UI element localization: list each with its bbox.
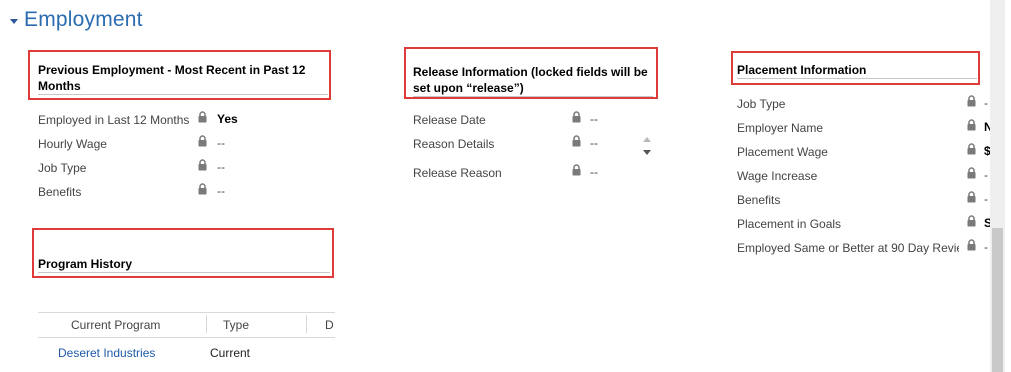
field-label-placement-job-type: Job Type <box>737 97 786 111</box>
column-separator[interactable] <box>306 315 307 333</box>
lock-icon <box>967 95 976 107</box>
release-information-divider <box>413 96 653 97</box>
program-link-deseret-industries[interactable]: Deseret Industries <box>58 346 155 360</box>
lock-icon <box>967 167 976 179</box>
grid-header-border <box>38 337 335 338</box>
column-separator[interactable] <box>206 315 207 333</box>
lock-icon <box>572 135 581 147</box>
previous-employment-title: Previous Employment - Most Recent in Pas… <box>38 62 305 94</box>
field-label-placement-wage: Placement Wage <box>737 145 828 159</box>
program-history-title: Program History <box>38 257 133 271</box>
scroll-down-arrow-icon[interactable] <box>643 150 651 155</box>
lock-icon <box>572 164 581 176</box>
lock-icon <box>967 215 976 227</box>
lock-icon <box>967 143 976 155</box>
field-label-placement-benefits: Benefits <box>737 193 781 207</box>
release-information-title-line2: set upon “release”) <box>413 81 524 95</box>
field-label-wage-increase: Wage Increase <box>737 169 818 183</box>
release-information-title: Release Information (locked fields will … <box>413 64 648 96</box>
placement-information-title: Placement Information <box>737 63 867 77</box>
field-label-employed-last-12: Employed in Last 12 Months <box>38 113 190 127</box>
scroll-up-arrow-icon[interactable] <box>643 137 651 142</box>
field-label-employer-name: Employer Name <box>737 121 824 135</box>
reason-details-scroll-arrows[interactable] <box>641 132 655 160</box>
field-value-employed-last-12[interactable]: Yes <box>217 112 238 126</box>
field-value-placement-job-type[interactable]: - <box>984 96 988 110</box>
lock-icon <box>572 111 581 123</box>
field-value-placement-benefits[interactable]: - <box>984 192 988 206</box>
field-label-hourly-wage: Hourly Wage <box>38 137 107 151</box>
field-value-benefits[interactable]: -- <box>217 184 225 198</box>
field-label-release-reason: Release Reason <box>413 166 502 180</box>
previous-employment-title-line2: Months <box>38 79 81 93</box>
field-label-employed-same-or-better: Employed Same or Better at 90 Day Revie <box>737 241 959 255</box>
field-label-placement-in-goals: Placement in Goals <box>737 217 842 231</box>
field-label-benefits: Benefits <box>38 185 82 199</box>
lock-icon <box>967 191 976 203</box>
lock-icon <box>198 159 207 171</box>
release-information-title-line1: Release Information (locked fields will … <box>413 65 648 79</box>
field-value-job-type[interactable]: -- <box>217 160 225 174</box>
field-label-release-date: Release Date <box>413 113 486 127</box>
lock-icon <box>967 239 976 251</box>
field-label-reason-details: Reason Details <box>413 137 495 151</box>
section-title: Employment <box>24 8 143 31</box>
lock-icon <box>198 183 207 195</box>
vertical-scrollbar-thumb[interactable] <box>992 228 1003 372</box>
field-label-job-type: Job Type <box>38 161 87 175</box>
field-value-reason-details[interactable]: -- <box>590 136 598 150</box>
program-type-cell: Current <box>210 346 251 360</box>
field-value-release-reason[interactable]: -- <box>590 165 598 179</box>
field-value-wage-increase[interactable]: - <box>984 168 988 182</box>
lock-icon <box>198 135 207 147</box>
placement-information-divider <box>737 78 977 79</box>
employment-section-header[interactable]: Employment <box>10 5 143 35</box>
program-history-divider <box>38 272 330 273</box>
lock-icon <box>967 119 976 131</box>
field-value-release-date[interactable]: -- <box>590 112 598 126</box>
field-value-employed-same-or-better[interactable]: - <box>984 240 988 254</box>
previous-employment-divider <box>38 94 328 95</box>
lock-icon <box>198 111 207 123</box>
column-header-type[interactable]: Type <box>223 318 249 332</box>
column-header-current-program[interactable]: Current Program <box>71 318 160 332</box>
previous-employment-title-line1: Previous Employment - Most Recent in Pas… <box>38 63 306 77</box>
field-value-hourly-wage[interactable]: -- <box>217 136 225 150</box>
column-header-d[interactable]: D <box>325 318 334 332</box>
grid-top-border <box>38 312 335 313</box>
collapse-triangle-icon[interactable] <box>10 18 18 24</box>
